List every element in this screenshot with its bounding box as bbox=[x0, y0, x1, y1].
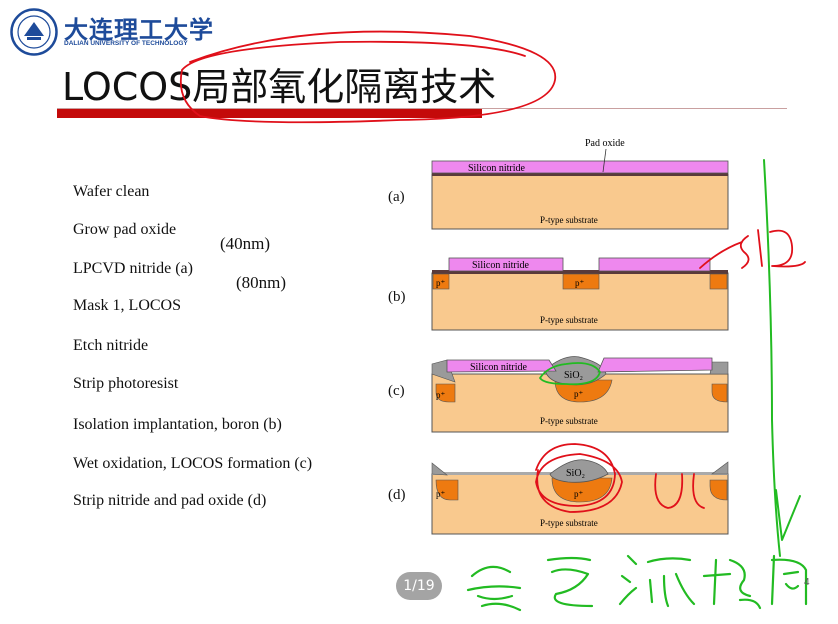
substrate-text-c: P-type substrate bbox=[540, 416, 598, 426]
sio2-handwriting bbox=[699, 229, 806, 269]
p-plus-text-d2: p⁺ bbox=[574, 489, 584, 499]
panel-label-b: (b) bbox=[388, 289, 406, 305]
panel-a-cross-section: Silicon nitride Pad oxide P-type substra… bbox=[431, 138, 729, 230]
oxide-bird-left-d bbox=[431, 462, 448, 476]
step-isolation-implantation: Isolation implantation, boron (b) bbox=[73, 416, 282, 433]
p-plus-text-b2: p⁺ bbox=[575, 278, 585, 288]
panel-d-cross-section: SiO₂ p⁺ p⁺ P-type substrate bbox=[431, 459, 729, 535]
step-mask-locos: Mask 1, LOCOS bbox=[73, 297, 182, 314]
title-accent-bar bbox=[57, 109, 482, 118]
panel-label-c: (c) bbox=[388, 383, 405, 399]
process-flow-arrow bbox=[763, 159, 801, 557]
substrate-text-d: P-type substrate bbox=[540, 518, 598, 528]
step-grow-pad-oxide: Grow pad oxide bbox=[73, 221, 177, 238]
panel-c-cross-section: Silicon nitride SiO₂ p⁺ p⁺ P-type substr… bbox=[431, 356, 729, 433]
nitride-right-c bbox=[597, 357, 713, 373]
slide-title: LOCOS局部氧化隔离技术 bbox=[62, 65, 497, 109]
oxide-bird-right-c bbox=[709, 361, 729, 375]
panel-label-a: (a) bbox=[388, 189, 405, 205]
step-lpcvd-nitride: LPCVD nitride (a) bbox=[73, 260, 193, 277]
step-strip-nitride: Strip nitride and pad oxide (d) bbox=[73, 492, 267, 509]
university-name-en: DALIAN UNIVERSITY OF TECHNOLOGY bbox=[64, 40, 188, 47]
sio2-text-d: SiO₂ bbox=[566, 468, 585, 479]
p-plus-text-b1: p⁺ bbox=[436, 278, 446, 288]
substrate-text-b: P-type substrate bbox=[540, 315, 598, 325]
p-plus-text-c1: p⁺ bbox=[436, 390, 446, 400]
p-plus-text-c2: p⁺ bbox=[574, 389, 584, 399]
panel-b-cross-section: Silicon nitride p⁺ p⁺ P-type substrate bbox=[431, 257, 729, 331]
nitride-right-b bbox=[598, 257, 711, 272]
p-plus-right-b bbox=[709, 273, 728, 290]
nitride-thickness-note: (80nm) bbox=[236, 273, 287, 292]
slide-number: 4 bbox=[804, 577, 810, 588]
step-wet-oxidation: Wet oxidation, LOCOS formation (c) bbox=[73, 455, 313, 472]
p-plus-text-d1: p⁺ bbox=[436, 489, 446, 499]
step-wafer-clean: Wafer clean bbox=[73, 183, 150, 200]
bottom-handwriting bbox=[466, 554, 808, 612]
page-indicator[interactable]: 1/19 bbox=[396, 572, 442, 600]
nitride-text-c: Silicon nitride bbox=[470, 362, 528, 373]
sio2-text-c: SiO₂ bbox=[564, 370, 583, 381]
substrate-text-a: P-type substrate bbox=[540, 215, 598, 225]
step-etch-nitride: Etch nitride bbox=[73, 337, 149, 354]
panel-label-d: (d) bbox=[388, 487, 406, 503]
pad-oxide-thickness-note: (40nm) bbox=[220, 234, 271, 253]
nitride-text-b: Silicon nitride bbox=[472, 260, 530, 271]
oxide-bird-right-d bbox=[711, 461, 729, 475]
step-strip-photoresist: Strip photoresist bbox=[73, 375, 179, 392]
nitride-text-a: Silicon nitride bbox=[468, 163, 526, 174]
pad-oxide-text: Pad oxide bbox=[585, 138, 625, 149]
university-logo bbox=[10, 8, 58, 56]
